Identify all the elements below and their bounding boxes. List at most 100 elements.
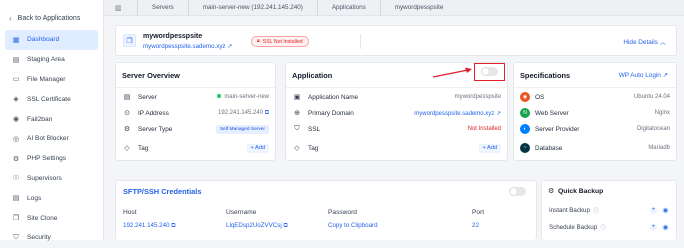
add-tag-button[interactable]: + Add	[246, 143, 269, 153]
info-icon: ⓘ	[592, 208, 599, 215]
sidebar-item-staging[interactable]: ▤ Staging Area	[5, 50, 98, 70]
ip-row: ⊙ IP Address 192.241.145.240 ⧉	[122, 108, 269, 118]
hide-details-label: Hide Details	[623, 39, 658, 46]
os-value: Ubuntu 24.04	[633, 94, 670, 100]
sidebar-item-file-manager[interactable]: ▭ File Manager	[5, 70, 98, 90]
copy-icon[interactable]: ⧉	[265, 110, 269, 116]
sidebar-item-fail2ban[interactable]: ◉ Fail2ban	[5, 109, 98, 129]
sidebar-item-logs[interactable]: ▤ Logs	[5, 188, 98, 208]
sidebar-item-label: Site Clone	[27, 214, 58, 222]
staging-icon: ▤	[12, 56, 20, 64]
dashboard-icon: ▦	[12, 36, 20, 44]
site-url-text: mywordpesspsite.sademo.xyz	[143, 43, 226, 50]
schedule-backup-label: Schedule Backup	[549, 223, 598, 231]
gear-icon: ⚙	[123, 126, 131, 133]
file-icon: ▭	[12, 76, 20, 84]
ssl-row: ⛉ SSL Not Installed	[292, 124, 501, 134]
mariadb-icon: ~	[520, 143, 530, 153]
port-column: Port 22	[472, 209, 484, 229]
server-type-value: Self Managed Server	[215, 125, 269, 134]
nginx-icon: N	[520, 108, 530, 118]
sidebar-item-ssl[interactable]: ◈ SSL Certificate	[5, 89, 98, 109]
add-icon[interactable]: +	[650, 223, 657, 231]
sidebar: ‹ Back to Applications ▦ Dashboard ▤ Sta…	[0, 0, 104, 241]
section-title: SFTP/SSH Credentials	[123, 187, 202, 196]
breadcrumb-servers[interactable]: Servers	[138, 4, 188, 11]
logs-icon: ▤	[12, 195, 20, 203]
sidebar-item-site-clone[interactable]: ❐ Site Clone	[5, 208, 98, 228]
divider	[116, 87, 275, 88]
username-label: Username	[226, 209, 257, 216]
back-to-applications-link[interactable]: ‹ Back to Applications	[0, 0, 103, 24]
row-label: Web Server	[535, 109, 569, 117]
sidebar-item-label: Staging Area	[27, 56, 65, 64]
site-header-card: ❒ mywordpesspsite mywordpesspsite.sademo…	[115, 25, 677, 56]
server-name: main-server-new	[224, 94, 269, 100]
breadcrumb-site: mywordpesspsite	[394, 4, 444, 11]
tag-icon: ◇	[294, 145, 300, 152]
add-tag-button[interactable]: + Add	[478, 143, 501, 153]
row-label: Tag	[308, 144, 319, 152]
shield-icon: ⛉	[294, 125, 300, 132]
divider	[514, 87, 676, 88]
port-label: Port	[472, 209, 485, 216]
view-icon[interactable]: ◉	[662, 206, 669, 214]
view-icon[interactable]: ◉	[662, 223, 669, 231]
sidebar-item-label: Fail2ban	[27, 115, 53, 123]
password-column: Password Copy to Clipboard	[328, 209, 378, 229]
sidebar-nav: ▦ Dashboard ▤ Staging Area ▭ File Manage…	[0, 30, 103, 248]
copy-password-button[interactable]: Copy to Clipboard	[328, 222, 378, 229]
server-row: ▤ Server main-server-new	[122, 92, 269, 102]
external-link-icon: ↗	[227, 43, 233, 50]
breadcrumb-server[interactable]: main-server-new (192.241.145.240)	[189, 4, 317, 11]
credentials-toggle[interactable]	[509, 187, 526, 196]
wp-auto-login-link[interactable]: WP Auto Login ↗	[619, 71, 668, 79]
section-title: Server Overview	[122, 71, 180, 80]
specifications-card: Specifications WP Auto Login ↗ ◉ OS Ubun…	[513, 62, 677, 161]
sidebar-item-php[interactable]: ⚙ PHP Settings	[5, 149, 98, 169]
globe-icon: ⊕	[294, 110, 300, 117]
shield-icon: ⛉	[13, 233, 19, 241]
row-label: Database	[535, 144, 563, 152]
port-value: 22	[472, 222, 479, 229]
info-icon: ⓘ	[600, 225, 607, 232]
sidebar-item-label: Dashboard	[27, 36, 60, 44]
php-icon: ⚙	[12, 155, 20, 163]
host-text: 192.241.145.240	[123, 222, 170, 229]
host-value[interactable]: 192.241.145.240 ⧉	[123, 222, 176, 230]
provider-row: ◐ Server Provider Digitalocean	[520, 124, 670, 134]
annotation-highlight-box	[474, 63, 505, 81]
section-title: Specifications	[520, 71, 571, 80]
clone-icon: ❐	[12, 215, 20, 223]
fail2ban-icon: ◉	[12, 116, 20, 124]
digitalocean-icon: ◐	[520, 124, 530, 134]
row-label: SSL	[308, 125, 321, 133]
ssl-icon: ◈	[13, 96, 19, 104]
username-value[interactable]: LlqEDsp2UoZVVCsj ⧉	[226, 222, 288, 230]
host-label: Host	[123, 209, 137, 216]
row-label: Primary Domain	[308, 109, 354, 117]
online-dot	[217, 94, 222, 98]
site-name: mywordpesspsite	[143, 33, 203, 40]
sidebar-item-security[interactable]: ⛉ Security	[5, 228, 98, 248]
primary-domain-link[interactable]: mywordpesspsite.sademo.xyz ↗	[414, 110, 501, 117]
sidebar-item-label: File Manager	[27, 75, 66, 83]
site-url-link[interactable]: mywordpesspsite.sademo.xyz ↗	[143, 43, 232, 50]
sidebar-item-label: Supervisors	[27, 174, 62, 182]
instant-backup-row: Instant Backup ⓘ + ◉	[544, 202, 674, 218]
schedule-backup-actions: + ◉	[650, 223, 669, 231]
primary-domain-row: ⊕ Primary Domain mywordpesspsite.sademo.…	[292, 108, 501, 118]
application-toggle[interactable]	[481, 67, 498, 76]
tag-icon: ◇	[124, 145, 130, 152]
add-icon[interactable]: +	[650, 206, 657, 214]
ubuntu-icon: ◉	[520, 92, 530, 102]
provider-value: Digitalocean	[636, 126, 670, 132]
breadcrumb-applications[interactable]: Applications	[318, 4, 380, 11]
sidebar-item-ai-bot-blocker[interactable]: ◎ AI Bot Blocker	[5, 129, 98, 149]
hide-details-button[interactable]: Hide Details ︿	[623, 37, 666, 46]
sidebar-item-dashboard[interactable]: ▦ Dashboard	[5, 30, 98, 50]
toggle-knob	[482, 68, 489, 75]
sidebar-toggle-icon[interactable]: ▥	[115, 4, 123, 12]
sidebar-item-supervisors[interactable]: ☉ Supervisors	[5, 169, 98, 189]
ssl-status-badge: 🔒︎ SSL Not Installed	[251, 36, 309, 47]
